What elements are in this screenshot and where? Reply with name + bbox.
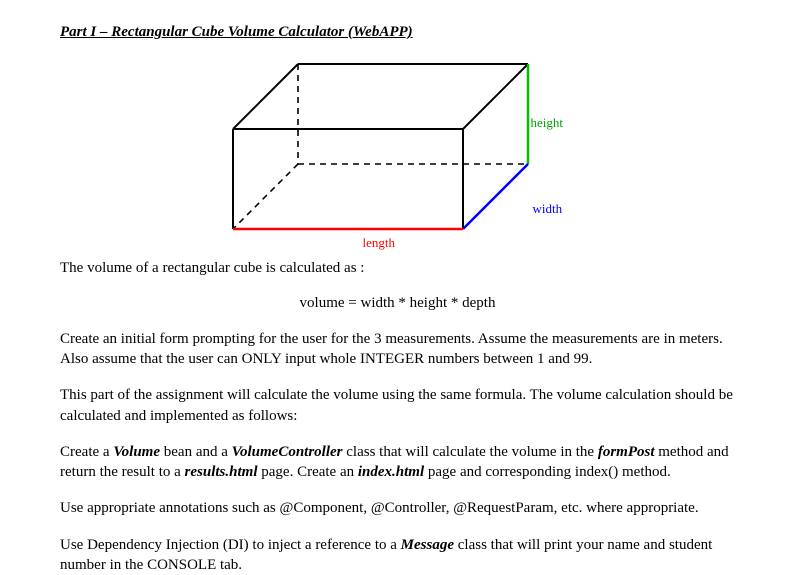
intro-text: The volume of a rectangular cube is calc… — [60, 258, 735, 278]
paragraph-3: Create a Volume bean and a VolumeControl… — [60, 442, 735, 483]
results-html: results.html — [185, 464, 258, 480]
p3-text: bean and a — [160, 444, 232, 460]
paragraph-5: Use Dependency Injection (DI) to inject … — [60, 535, 735, 575]
form-post: formPost — [598, 444, 655, 460]
volume-bean: Volume — [113, 444, 160, 460]
paragraph-2: This part of the assignment will calcula… — [60, 385, 735, 426]
message-class: Message — [401, 537, 454, 553]
p3-text: page. Create an — [258, 464, 358, 480]
formula-text: volume = width * height * depth — [60, 293, 735, 313]
width-label: width — [533, 200, 563, 218]
length-label: length — [363, 234, 396, 252]
p5-text: Use Dependency Injection (DI) to inject … — [60, 537, 401, 553]
p3-text: class that will calculate the volume in … — [343, 444, 598, 460]
cuboid-diagram: height width length — [203, 54, 593, 254]
cuboid-svg — [203, 54, 593, 254]
p3-text: page and corresponding index() method. — [424, 464, 671, 480]
diagram-container: height width length — [60, 54, 735, 254]
index-html: index.html — [358, 464, 424, 480]
height-label: height — [531, 114, 564, 132]
volume-controller: VolumeController — [232, 444, 343, 460]
paragraph-1: Create an initial form prompting for the… — [60, 329, 735, 370]
page-title: Part I – Rectangular Cube Volume Calcula… — [60, 22, 735, 42]
paragraph-4: Use appropriate annotations such as @Com… — [60, 498, 735, 518]
p3-text: Create a — [60, 444, 113, 460]
